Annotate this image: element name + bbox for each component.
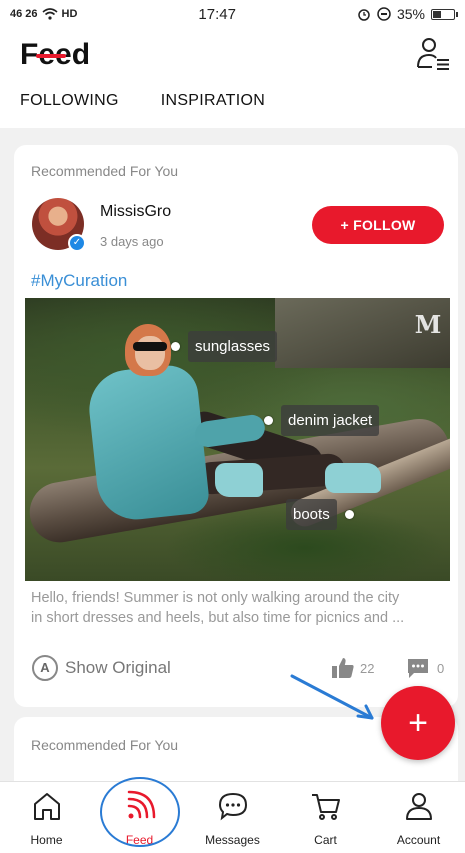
verified-icon: ✓ (68, 234, 86, 252)
nav-cart[interactable]: Cart (279, 782, 372, 853)
recommended-label: Recommended For You (31, 163, 179, 179)
post-card: Recommended For You ✓ MissisGro 3 days a… (14, 145, 458, 707)
nav-label: Feed (125, 833, 154, 847)
product-tag-boots[interactable]: boots (286, 499, 354, 530)
person-boot (215, 463, 263, 497)
nav-label: Messages (205, 833, 260, 847)
tag-label: denim jacket (281, 405, 380, 436)
post-timestamp: 3 days ago (100, 234, 164, 249)
home-icon (33, 793, 60, 820)
feed-tabs: FOLLOWING INSPIRATION (20, 92, 265, 110)
show-original-button[interactable]: Show Original (65, 658, 171, 678)
nav-account[interactable]: Account (372, 782, 465, 853)
signal-indicators: 46 26 HD (10, 8, 77, 20)
chat-bubble-icon (218, 792, 247, 821)
battery-icon (431, 8, 458, 20)
tag-label: sunglasses (188, 331, 278, 362)
post-image[interactable]: M sunglasses denim jacket boots (25, 298, 450, 581)
person-boot (325, 463, 381, 493)
nav-label: Home (30, 833, 63, 847)
status-right: 35% (357, 6, 458, 22)
hashtag-link[interactable]: #MyCuration (31, 271, 127, 291)
bottom-nav: Home Feed Messages Cart Account (0, 781, 465, 853)
create-post-button[interactable]: + (381, 686, 455, 760)
nav-label: Account (396, 833, 441, 847)
post-caption[interactable]: Hello, friends! Summer is not only walki… (31, 588, 446, 628)
tag-dot (171, 342, 180, 351)
network-type: HD (61, 8, 78, 20)
product-tag-denim-jacket[interactable]: denim jacket (264, 405, 380, 436)
tag-dot (264, 416, 273, 425)
person-jacket (85, 362, 211, 524)
cart-icon (311, 794, 340, 820)
follow-button[interactable]: + FOLLOW (312, 206, 444, 244)
feed-icon (127, 790, 155, 819)
tab-following[interactable]: FOLLOWING (20, 92, 119, 110)
username[interactable]: MissisGro (100, 203, 171, 221)
arrow-annotation-icon (290, 674, 374, 720)
signal-icon: 46 26 (10, 8, 38, 20)
nav-messages[interactable]: Messages (186, 782, 279, 853)
dnd-icon (377, 7, 391, 21)
following-list-icon[interactable] (415, 36, 451, 72)
brand-logo-icon: M (414, 310, 442, 339)
product-tag-sunglasses[interactable]: sunglasses (171, 331, 278, 362)
recommended-label: Recommended For You (31, 737, 179, 753)
person-sunglasses (133, 342, 167, 351)
account-icon (405, 793, 432, 820)
avatar[interactable]: ✓ (32, 198, 86, 252)
clock: 17:47 (198, 5, 236, 23)
comment-count: 0 (437, 661, 445, 676)
wifi-icon (42, 8, 58, 20)
nav-label: Cart (314, 833, 337, 847)
tab-inspiration[interactable]: INSPIRATION (161, 92, 265, 110)
translate-icon[interactable]: A (32, 655, 58, 681)
caption-line: in short dresses and heels, but also tim… (31, 610, 405, 626)
tag-label: boots (286, 499, 337, 530)
battery-percent: 35% (396, 6, 425, 22)
nav-home[interactable]: Home (0, 782, 93, 853)
active-tab-indicator (36, 54, 66, 58)
status-bar: 46 26 HD 17:47 35% (0, 0, 465, 28)
tag-dot (344, 510, 354, 519)
header: Feed FOLLOWING INSPIRATION (0, 28, 465, 128)
caption-line: Hello, friends! Summer is not only walki… (31, 590, 400, 606)
alarm-icon (358, 9, 370, 21)
comment-icon[interactable] (406, 657, 430, 679)
nav-feed[interactable]: Feed (93, 782, 186, 853)
